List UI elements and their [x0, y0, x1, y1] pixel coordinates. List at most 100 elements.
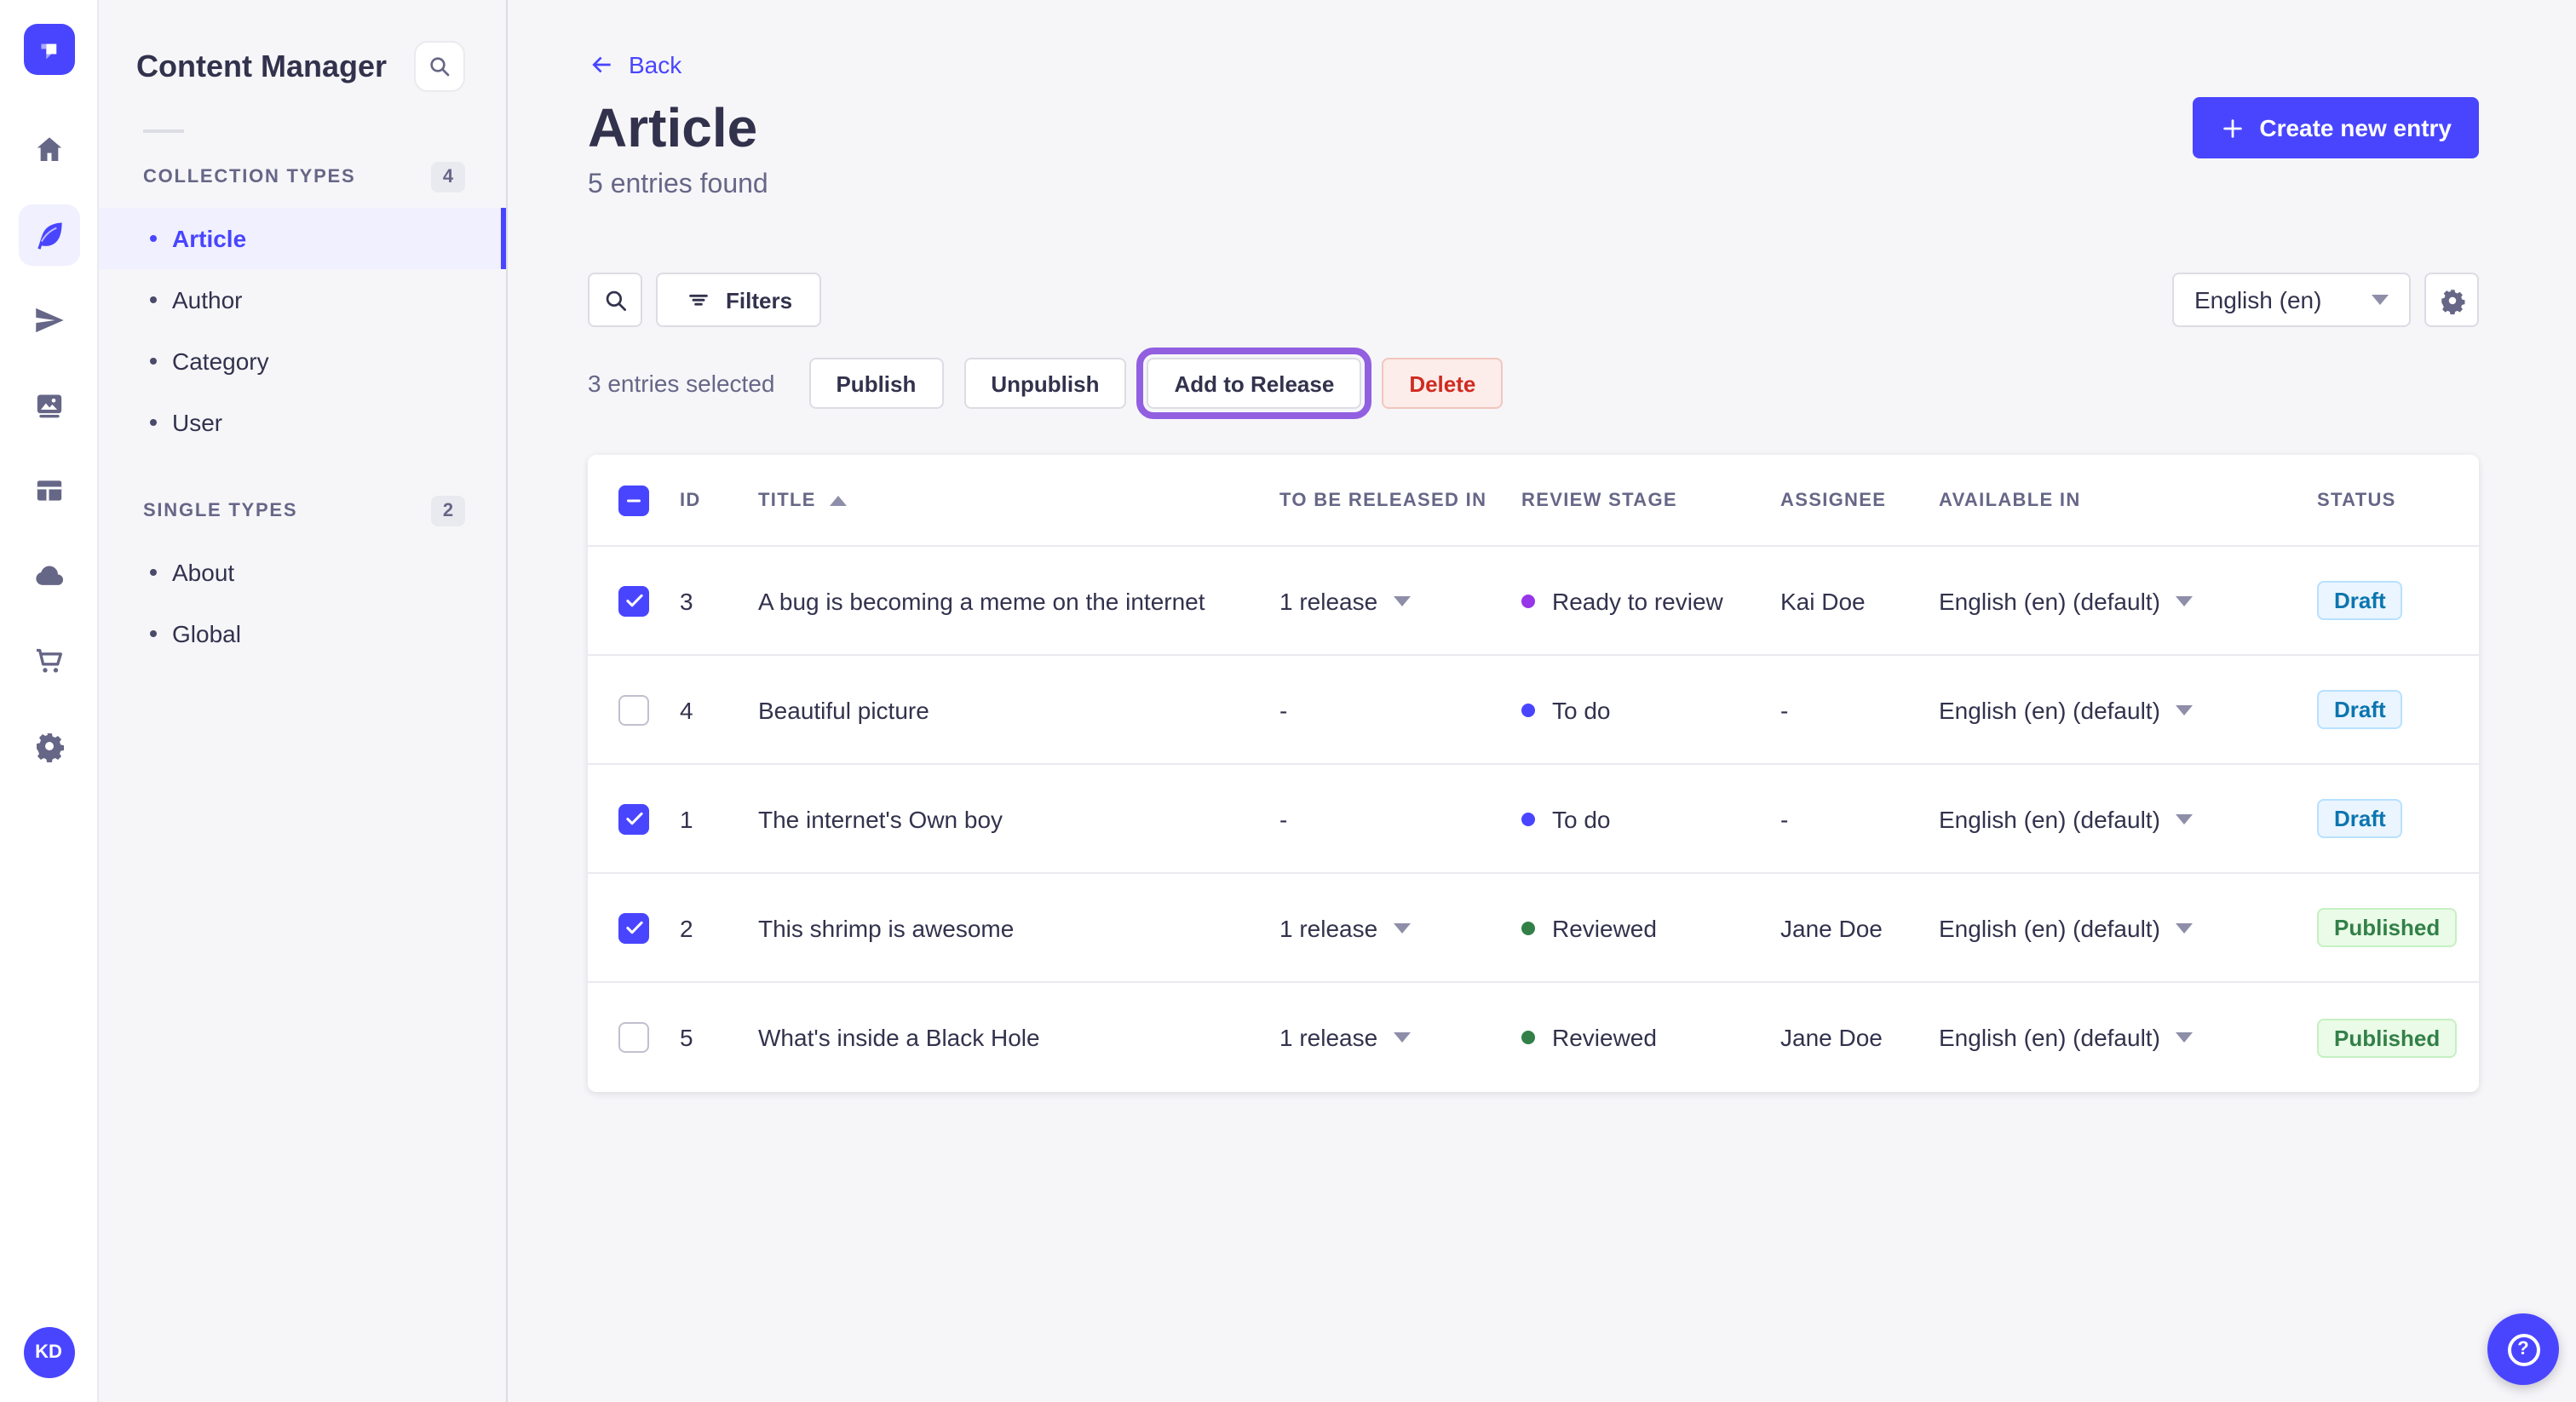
column-header-status[interactable]: STATUS [2317, 490, 2479, 510]
review-stage: Reviewed [1552, 1024, 1657, 1051]
view-settings-button[interactable] [2424, 273, 2479, 327]
layout-builder-icon[interactable] [18, 460, 79, 521]
section-count-badge: 4 [431, 162, 465, 192]
table-header-row: ID TITLE TO BE RELEASED IN REVIEW STAGE … [588, 455, 2479, 547]
table-row[interactable]: 4 Beautiful picture - To do - English (e… [588, 656, 2479, 765]
locale-dropdown[interactable]: English (en) (default) [1939, 587, 2193, 614]
content-manager-icon[interactable] [18, 204, 79, 266]
bullet-icon [150, 358, 157, 365]
column-header-review-stage[interactable]: REVIEW STAGE [1521, 490, 1780, 510]
user-avatar[interactable]: KD [23, 1327, 74, 1378]
row-checkbox[interactable] [618, 694, 649, 725]
publish-button[interactable]: Publish [808, 358, 944, 409]
row-checkbox[interactable] [618, 803, 649, 834]
section-label: COLLECTION TYPES [143, 167, 356, 187]
section-label: SINGLE TYPES [143, 501, 298, 521]
release-dropdown[interactable]: 1 release [1279, 1024, 1411, 1051]
row-checkbox[interactable] [618, 912, 649, 943]
bullet-icon [150, 630, 157, 637]
select-all-checkbox[interactable] [618, 485, 649, 515]
bullet-icon [150, 296, 157, 303]
main-nav-rail: KD [0, 0, 99, 1402]
table-row[interactable]: 5 What's inside a Black Hole 1 release R… [588, 983, 2479, 1092]
subnav-item-author[interactable]: Author [99, 269, 506, 330]
row-checkbox[interactable] [618, 585, 649, 616]
cloud-icon[interactable] [18, 545, 79, 606]
content-manager-subnav: Content Manager COLLECTION TYPES 4 Artic… [99, 0, 508, 1402]
bullet-icon [150, 419, 157, 426]
table-row[interactable]: 2 This shrimp is awesome 1 release Revie… [588, 874, 2479, 983]
review-stage: Reviewed [1552, 914, 1657, 941]
chevron-down-icon [1393, 1032, 1411, 1043]
column-header-available-in[interactable]: AVAILABLE IN [1939, 490, 2317, 510]
release-dropdown[interactable]: 1 release [1279, 914, 1411, 941]
column-header-release[interactable]: TO BE RELEASED IN [1279, 490, 1521, 510]
subnav-section: COLLECTION TYPES 4 Article Author Catego… [99, 160, 506, 453]
cart-marketplace-icon[interactable] [18, 630, 79, 692]
locale-dropdown[interactable]: English (en) (default) [1939, 696, 2193, 723]
back-link[interactable]: Back [588, 48, 768, 82]
delete-button[interactable]: Delete [1382, 358, 1504, 409]
unpublish-button[interactable]: Unpublish [963, 358, 1127, 409]
entry-title: A bug is becoming a meme on the internet [758, 587, 1205, 614]
help-button[interactable]: ? [2487, 1313, 2559, 1385]
subnav-item-about[interactable]: About [99, 542, 506, 603]
media-library-icon[interactable] [18, 375, 79, 436]
table-row[interactable]: 1 The internet's Own boy - To do - Engli… [588, 765, 2479, 874]
app-window: KD Content Manager COLLECTION TYPES 4 Ar… [0, 0, 2576, 1402]
subnav-item-category[interactable]: Category [99, 330, 506, 392]
assignee: - [1780, 696, 1789, 723]
add-to-release-button[interactable]: Add to Release [1136, 348, 1372, 419]
locale-dropdown[interactable]: English (en) (default) [1939, 1024, 2193, 1051]
column-header-title[interactable]: TITLE [758, 490, 1279, 510]
column-header-id[interactable]: ID [680, 490, 758, 510]
locale-dropdown[interactable]: English (en) (default) [1939, 914, 2193, 941]
stage-dot-icon [1521, 812, 1535, 825]
review-stage: Ready to review [1552, 587, 1723, 614]
subnav-item-global[interactable]: Global [99, 603, 506, 664]
chevron-down-icon [1393, 922, 1411, 933]
create-new-entry-button[interactable]: Create new entry [2193, 97, 2479, 158]
subnav-search-button[interactable] [414, 41, 465, 92]
back-label: Back [629, 51, 682, 78]
subnav-section: SINGLE TYPES 2 About Global [99, 494, 506, 664]
subnav-item-user[interactable]: User [99, 392, 506, 453]
chevron-down-icon [2175, 704, 2193, 715]
review-stage: To do [1552, 805, 1611, 832]
section-count-badge: 2 [431, 496, 465, 526]
release-dropdown[interactable]: - [1279, 805, 1287, 832]
chevron-down-icon [2372, 295, 2389, 305]
stage-dot-icon [1521, 594, 1535, 607]
table-body: 3 A bug is becoming a meme on the intern… [588, 547, 2479, 1092]
table-row[interactable]: 3 A bug is becoming a meme on the intern… [588, 547, 2479, 656]
sort-ascending-icon [829, 495, 847, 505]
search-button[interactable] [588, 273, 642, 327]
settings-gear-icon[interactable] [18, 715, 79, 777]
column-header-assignee[interactable]: ASSIGNEE [1780, 490, 1939, 510]
selection-count: 3 entries selected [588, 370, 775, 397]
row-checkbox[interactable] [618, 1022, 649, 1053]
subnav-item-article[interactable]: Article [99, 208, 506, 269]
status-badge: Published [2317, 908, 2458, 947]
status-badge: Draft [2317, 799, 2403, 838]
strapi-logo[interactable] [23, 24, 74, 75]
chevron-down-icon [2175, 595, 2193, 606]
release-dropdown[interactable]: - [1279, 696, 1287, 723]
stage-dot-icon [1521, 921, 1535, 934]
filters-button[interactable]: Filters [656, 273, 822, 327]
review-stage: To do [1552, 696, 1611, 723]
stage-dot-icon [1521, 703, 1535, 716]
locale-select[interactable]: English (en) [2172, 273, 2411, 327]
entries-table: ID TITLE TO BE RELEASED IN REVIEW STAGE … [588, 455, 2479, 1092]
home-icon[interactable] [18, 119, 79, 181]
page-title: Article [588, 97, 758, 158]
locale-dropdown[interactable]: English (en) (default) [1939, 805, 2193, 832]
subnav-title: Content Manager [136, 49, 388, 83]
chevron-down-icon [2175, 813, 2193, 824]
entry-title: This shrimp is awesome [758, 914, 1015, 941]
releases-send-icon[interactable] [18, 290, 79, 351]
assignee: Jane Doe [1780, 1024, 1883, 1051]
toolbar: Filters English (en) [588, 273, 2479, 327]
release-dropdown[interactable]: 1 release [1279, 587, 1411, 614]
bullet-icon [150, 235, 157, 242]
